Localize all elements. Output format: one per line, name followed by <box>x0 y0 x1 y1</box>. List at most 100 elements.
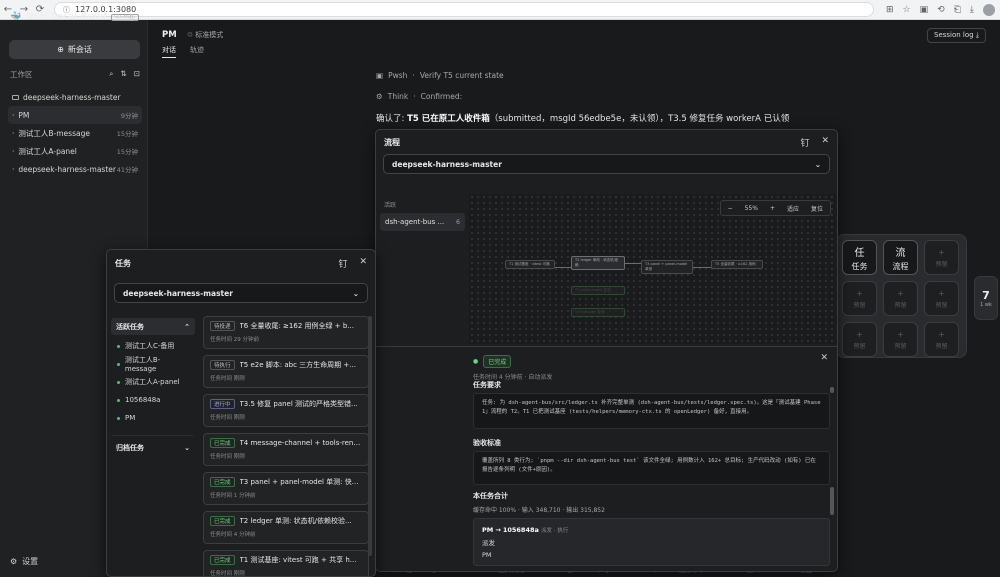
tab-trace[interactable]: 轨迹 <box>190 45 204 58</box>
flow-workspace-select[interactable]: deepseek-harness-master ⌄ <box>383 154 830 174</box>
address-bar[interactable]: ⓘ 127.0.0.1:3080 <box>54 2 874 17</box>
fit-button[interactable]: 适应 <box>787 204 799 213</box>
task-card[interactable]: 已完成 T3 panel + panel-model 单测: 快... 任务时间 … <box>203 472 369 505</box>
workspace-header: 工作区 ⌕ ⇅ ⊡ <box>10 69 140 80</box>
agent-filter-item[interactable]: 测试工人A-panel <box>107 373 199 391</box>
reset-button[interactable]: 复位 <box>811 204 823 213</box>
task-card[interactable]: 已完成 T4 message-channel + tools-rend... 任务… <box>203 433 369 466</box>
think-icon: ⚙ <box>376 92 383 101</box>
scrollbar[interactable] <box>830 487 834 515</box>
flow-edge <box>555 267 571 268</box>
scrollbar[interactable] <box>830 387 834 393</box>
extension-icon[interactable]: ▣ <box>920 5 929 15</box>
status-dot-icon <box>117 380 120 384</box>
task-title: T1 测试基座: vitest 可跑 + 共享 h... <box>239 556 357 564</box>
task-status-badge: 待执行 <box>210 360 235 370</box>
task-card[interactable]: 待投递 T6 全量收尾: ≥162 用例全绿 + b... 任务时间 29 分钟前 <box>203 316 369 349</box>
workspace-item[interactable]: · deepseek-harness-master 41分钟 <box>8 160 142 178</box>
empty-slot-tile[interactable]: + 预留 <box>883 322 918 357</box>
zoom-controls: − 55% + 适应 复位 <box>719 200 831 216</box>
workspace-item[interactable]: · 测试工人B-message 15分钟 <box>8 124 142 142</box>
task-card[interactable]: 已完成 T1 测试基座: vitest 可跑 + 共享 h... 任务时间 刚刚 <box>203 550 369 576</box>
flow-tool-tile[interactable]: 流流程 <box>883 240 918 275</box>
chat-icon: · <box>12 128 15 138</box>
flow-node[interactable]: T3 panel-model 复测 <box>571 286 625 295</box>
task-time: 任务时间 刚刚 <box>210 376 245 382</box>
workspace-item[interactable]: · 测试工人A-panel 15分钟 <box>8 142 142 160</box>
empty-slot-tile[interactable]: + 预留 <box>924 240 959 275</box>
translate-icon[interactable]: ⊞ <box>886 5 894 15</box>
close-icon[interactable]: ✕ <box>821 136 829 149</box>
task-card[interactable]: 已完成 T2 ledger 单测: 状态机/依赖校验... 任务时间 4 分钟前 <box>203 511 369 544</box>
workspace-item-label: deepseek-harness-master <box>18 164 116 174</box>
route-from: PM <box>482 526 494 534</box>
total-title: 本任务合计 <box>473 492 508 500</box>
sync-icon[interactable]: ⟲ <box>937 5 945 15</box>
task-time: 任务时间 刚刚 <box>210 454 245 460</box>
group-label: 活跃任务 <box>116 322 144 331</box>
flow-node[interactable]: T4 message 复测 <box>571 308 625 317</box>
plus-circle-icon: ⊕ <box>57 45 64 54</box>
active-tasks-group[interactable]: 活跃任务 ⌃ <box>111 318 195 335</box>
task-status-badge: 已完成 <box>210 516 235 526</box>
flow-list-item[interactable]: dsh-agent-bus ... 6 <box>380 213 465 231</box>
archived-tasks-group[interactable]: 归档任务 ⌄ <box>111 435 195 452</box>
empty-slot-tile[interactable]: + 预留 <box>842 281 877 316</box>
zoom-in-button[interactable]: + <box>770 205 775 212</box>
bookmark-icon[interactable]: ⎗ <box>954 5 961 15</box>
profile-avatar[interactable] <box>982 3 995 16</box>
think-line[interactable]: ⚙ Think · Confirmed: <box>376 92 462 101</box>
new-chat-button[interactable]: ⊕ 新会话 <box>9 40 140 59</box>
total-text: 缓存命中 100% · 输入 348,710 · 输出 315,852 <box>473 507 605 514</box>
workspace-item-time: 15分钟 <box>116 148 138 156</box>
pin-button[interactable]: 钉 <box>338 257 347 270</box>
agent-filter-item[interactable]: PM <box>107 409 199 427</box>
zoom-out-button[interactable]: − <box>728 205 733 212</box>
empty-slot-tile[interactable]: + 预留 <box>924 281 959 316</box>
brand-name: DSH Local Build <box>26 12 107 22</box>
workspace-item[interactable]: deepseek-harness-master <box>8 88 142 106</box>
task-tool-tile[interactable]: 任任务 <box>842 240 877 275</box>
empty-slot-tile[interactable]: + 预留 <box>924 322 959 357</box>
close-icon[interactable]: ✕ <box>359 257 367 270</box>
agent-filter-item[interactable]: 测试工人B-message <box>107 355 199 373</box>
mode-selector[interactable]: ♲ 标准模式 <box>187 30 224 40</box>
empty-slot-tile[interactable]: + 预留 <box>883 281 918 316</box>
tool-call-line[interactable]: ▣ Pwsh · Verify T5 current state <box>376 71 504 80</box>
close-icon[interactable]: ✕ <box>820 353 828 363</box>
empty-slot-tile[interactable]: + 预留 <box>842 322 877 357</box>
week-widget[interactable]: 7 1 wk <box>974 276 998 320</box>
message-prefix: 确认了: <box>376 114 408 124</box>
session-log-button[interactable]: Session log ⤓ <box>927 28 986 43</box>
settings-button[interactable]: ⚙ 设置 <box>10 556 38 567</box>
tile-label: 预留 <box>853 301 866 309</box>
scrollbar[interactable] <box>368 316 372 556</box>
browser-toolbar: ← → ⟳ ⓘ 127.0.0.1:3080 ⊞ ☆ ▣ ⟲ ⎗ ⤓ <box>0 0 1000 20</box>
search-icon[interactable]: ⌕ <box>109 69 113 80</box>
flow-node[interactable]: T5 全量收尾 · ≥162 用例 <box>711 260 763 269</box>
task-detail: ● 已完成 任务时间 4 分钟前 · 自动派发 ✕ 任务要求 任务: 为 dsh… <box>376 346 837 571</box>
flow-canvas[interactable]: − 55% + 适应 复位 T1 测试基座 · vitest 可跑 T2 led… <box>469 194 837 344</box>
new-chat-label: 新会话 <box>67 45 92 54</box>
agent-filter-item[interactable]: 测试工人C-备用 <box>107 337 199 355</box>
workspace-item-time: 9分钟 <box>120 112 138 120</box>
tab-dialog[interactable]: 对话 <box>162 45 176 58</box>
flow-node[interactable]: T1 测试基座 · vitest 可跑 <box>505 260 555 269</box>
pin-button[interactable]: 钉 <box>800 136 809 149</box>
task-card[interactable]: 待执行 T5 e2e 脚本: abc 三方生命周期 +... 任务时间 刚刚 <box>203 355 369 388</box>
agent-filter-item[interactable]: 1056848a <box>107 391 199 409</box>
workspace-item-pm[interactable]: · PM 9分钟 <box>8 106 142 124</box>
task-workspace-select[interactable]: deepseek-harness-master ⌄ <box>114 283 368 303</box>
download-icon[interactable]: ⤓ <box>970 5 974 15</box>
star-icon[interactable]: ☆ <box>903 5 911 15</box>
agent-label: 测试工人A-panel <box>125 378 180 386</box>
sidebar-toggle-icon[interactable]: ▯ <box>129 13 134 23</box>
task-card[interactable]: 进行中 T3.5 修复 panel 测试的严格类型错... 任务时间 刚刚 <box>203 394 369 427</box>
new-folder-icon[interactable]: ⊡ <box>134 69 140 80</box>
flow-item-label: dsh-agent-bus ... <box>385 218 445 226</box>
flow-node[interactable]: T3 panel + panel-model 单测 <box>641 260 693 274</box>
flow-node[interactable]: T2 ledger 单测 · 状态机/依赖 <box>571 256 625 270</box>
group-label: 归档任务 <box>116 444 144 452</box>
filter-icon[interactable]: ⇅ <box>120 69 126 80</box>
conversation-title: PM <box>162 30 177 40</box>
